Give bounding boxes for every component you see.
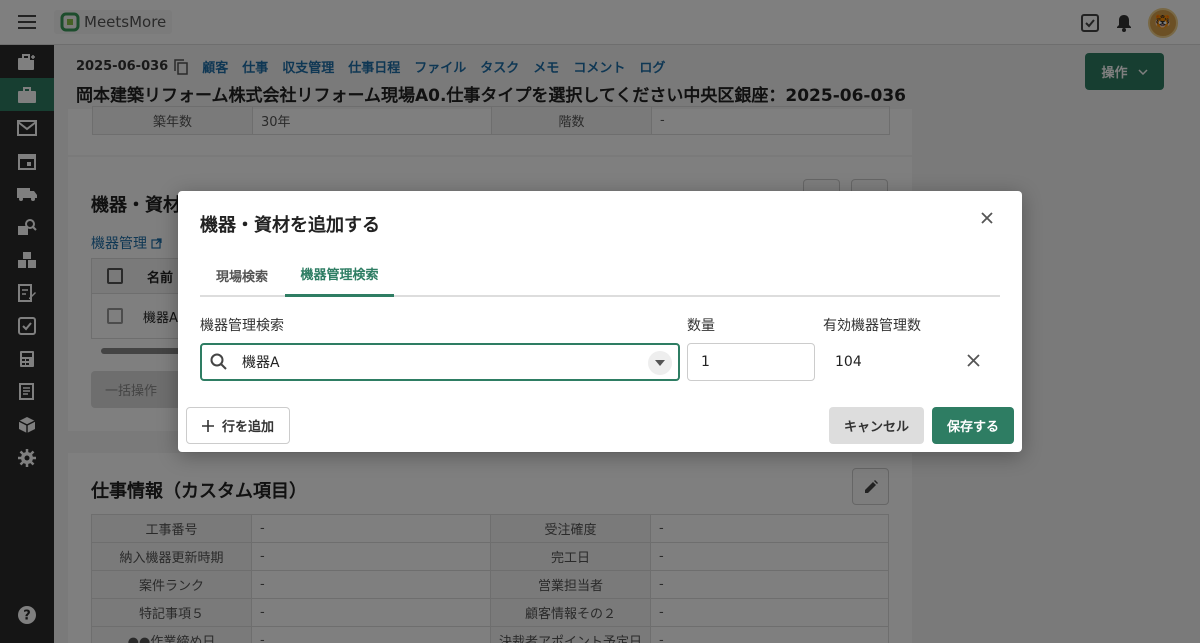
add-equipment-dialog: 機器・資材を追加する 現場検索 機器管理検索 機器管理検索 数量 有効機器管理数… (178, 191, 1022, 452)
search-label: 機器管理検索 (200, 318, 284, 334)
tab-equipment-search[interactable]: 機器管理検索 (285, 253, 394, 297)
count-label: 有効機器管理数 (823, 318, 921, 334)
remove-row-icon[interactable] (966, 353, 981, 372)
equipment-search-input[interactable]: 機器A (200, 343, 680, 381)
plus-icon (201, 419, 214, 432)
search-icon (210, 353, 227, 370)
quantity-input[interactable]: 1 (687, 343, 815, 381)
caret-down-icon (655, 360, 665, 366)
search-value: 機器A (242, 355, 280, 371)
add-row-label: 行を追加 (221, 420, 274, 435)
quantity-label: 数量 (687, 318, 715, 334)
count-value: 104 (835, 354, 862, 370)
dropdown-toggle[interactable] (648, 351, 672, 375)
dialog-title: 機器・資材を追加する (200, 215, 380, 236)
tab-site-search[interactable]: 現場検索 (200, 253, 284, 297)
add-row-button[interactable]: 行を追加 (186, 407, 290, 444)
dialog-tabs: 現場検索 機器管理検索 (200, 253, 1000, 297)
quantity-value: 1 (701, 354, 710, 370)
cancel-button[interactable]: キャンセル (829, 407, 924, 444)
close-icon[interactable] (980, 211, 994, 229)
save-button[interactable]: 保存する (932, 407, 1014, 444)
